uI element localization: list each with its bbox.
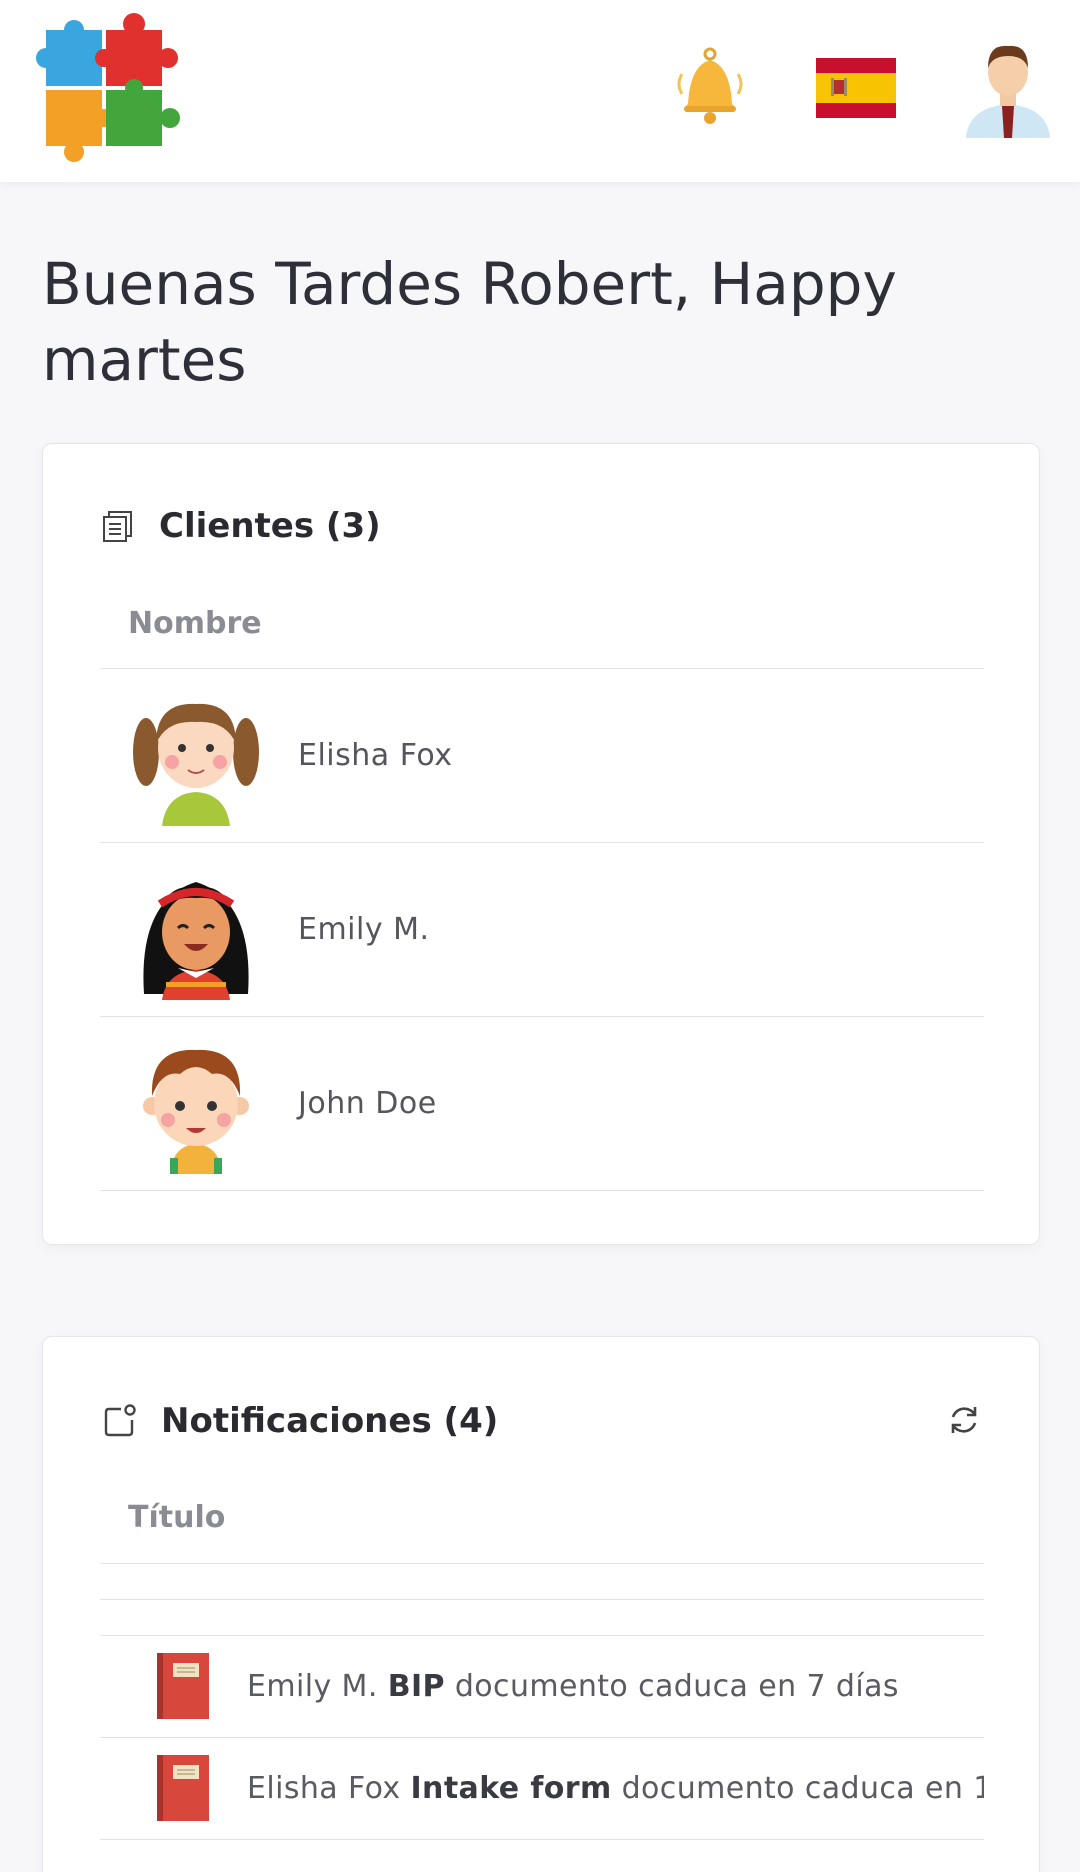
- refresh-icon[interactable]: [947, 1403, 981, 1437]
- top-header: [0, 0, 1080, 182]
- divider: [100, 1839, 984, 1840]
- client-row-john-doe[interactable]: John Doe: [100, 1017, 984, 1190]
- divider: [100, 1190, 984, 1191]
- girl-black-hair-avatar: [143, 881, 249, 1000]
- spain-flag-icon[interactable]: [816, 58, 896, 118]
- boy-avatar: [143, 1049, 249, 1174]
- bell-icon[interactable]: [668, 44, 752, 128]
- puzzle-logo[interactable]: [24, 8, 184, 168]
- divider: [100, 1563, 984, 1564]
- divider: [100, 1599, 984, 1600]
- red-document-icon: [157, 1755, 209, 1821]
- list-document-icon: [103, 511, 132, 542]
- clients-card: Clientes (3) Nombre Elisha Fox Emily M. …: [42, 443, 1040, 1245]
- notification-row[interactable]: Emily M. BIP documento caduca en 7 días: [100, 1636, 984, 1736]
- column-header-title: Título: [128, 1500, 226, 1535]
- greeting-heading: Buenas Tardes Robert, Happy martes: [42, 250, 897, 394]
- client-row-emily-m[interactable]: Emily M.: [100, 843, 984, 1016]
- client-name: Emily M.: [298, 912, 430, 947]
- notification-badge-icon: [104, 1404, 136, 1437]
- red-document-icon: [157, 1653, 209, 1719]
- girl-pigtails-avatar: [133, 703, 259, 826]
- notifications-card: Notificaciones (4) Título Emily M. BIP d…: [42, 1336, 1040, 1872]
- clients-card-title: Clientes (3): [101, 506, 381, 546]
- notifications-title-text: Notificaciones (4): [161, 1401, 499, 1441]
- notifications-card-title: Notificaciones (4): [103, 1401, 498, 1441]
- notification-row[interactable]: Elisha Fox Intake form documento caduca …: [100, 1738, 984, 1838]
- client-name: Elisha Fox: [298, 738, 453, 773]
- column-header-name: Nombre: [128, 606, 262, 641]
- notification-text: Emily M. BIP documento caduca en 7 días: [247, 1668, 899, 1704]
- notification-text: Elisha Fox Intake form documento caduca …: [247, 1770, 984, 1806]
- clients-title-text: Clientes (3): [159, 506, 381, 546]
- client-name: John Doe: [298, 1086, 437, 1121]
- client-row-elisha-fox[interactable]: Elisha Fox: [100, 669, 984, 842]
- user-avatar[interactable]: [962, 34, 1054, 138]
